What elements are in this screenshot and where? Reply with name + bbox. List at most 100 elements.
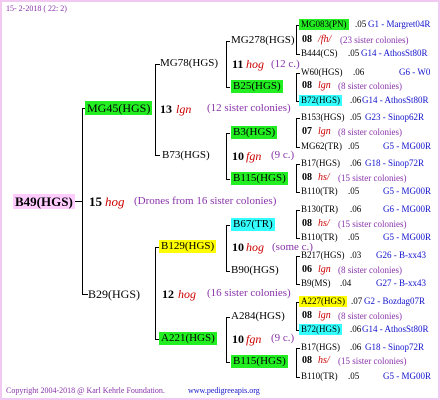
g4-line-11: G26 - B-xx43 [376,250,426,260]
g3-a2-year: 08 [302,80,312,91]
g3-c2-code: lgn [318,264,331,275]
g3-a1-year: 08 [302,34,312,45]
g4-node-13[interactable]: A227(HGS) [299,296,347,307]
g4-line-16: G5 - MG00R [383,371,432,381]
g4-year-14: .06 [350,324,362,334]
g4-node-8[interactable]: B110(TR) [301,187,338,196]
g3-d2-node[interactable]: B115(HGS) [231,355,288,368]
g3-b1-code: lgn [318,126,331,137]
g2-d-year: 10 [232,332,244,346]
g4-line-13: G2 - Bozdag07R [364,296,425,306]
g1-top-year: 13 [160,102,172,116]
g3-a1-node[interactable]: MG278(HGS) [231,35,295,46]
g3-b1-note: (8 sister colonies) [338,127,402,137]
g2-d-node[interactable]: A221(HGS) [159,332,217,345]
g4-node-3[interactable]: W60(HGS) [301,68,343,77]
g3-c2-year: 06 [302,264,312,275]
g3-d2-note: (15 sister colonies) [338,356,407,366]
g4-node-6[interactable]: MG62(TR) [301,142,342,151]
g4-node-11[interactable]: B217(HGS) [301,251,345,260]
g3-d1-code: lgn [318,310,331,321]
g2-c-code: hog [246,240,264,254]
g4-line-6: G5 - MG00R [383,141,432,151]
g4-line-8: G5 - MG00R [383,186,432,196]
g4-year-9: .06 [350,204,362,214]
g2-a-node[interactable]: MG78(HGS) [160,58,218,69]
g1-top-code: lgn [176,102,192,116]
g3-d1-note: (8 sister colonies) [338,311,402,321]
g1-top-note: (12 sister colonies) [207,102,291,114]
g4-node-14[interactable]: B72(HGS) [299,324,343,335]
g1-bottom-note: (16 sister colonies) [207,287,291,299]
g4-year-3: .06 [353,67,365,77]
g4-node-2[interactable]: B444(CS) [301,49,338,58]
g2-b-code: fgn [246,149,262,163]
g2-a-code: hog [246,57,264,71]
g4-year-5: .05 [350,112,362,122]
g3-d2-code: hs/ [318,355,330,366]
g3-b2-node[interactable]: B115(HGS) [231,172,288,185]
g1-bottom-node[interactable]: B29(HGS) [88,288,140,300]
g3-d2-year: 08 [302,355,312,366]
g4-year-8: .05 [348,186,360,196]
g2-d-note: (9 c.) [271,332,295,344]
g4-year-13: .07 [351,296,363,306]
website-link[interactable]: www.pedigreeapis.org [188,387,260,395]
g4-line-10: G5 - MG00R [383,232,432,242]
g4-line-9: G6 - MG00R [383,204,432,214]
g4-year-15: .06 [350,342,362,352]
g3-a1-note: (23 sister colonies) [340,35,409,45]
g3-a2-node[interactable]: B25(HGS) [231,80,283,93]
g4-node-4[interactable]: B72(HGS) [299,95,343,106]
g4-node-16[interactable]: B110(TR) [301,372,338,381]
g3-b1-node[interactable]: B3(HGS) [231,126,278,139]
g4-node-1[interactable]: MG083(PN) [299,19,349,30]
g3-a2-code: lgn [318,80,331,91]
g4-node-7[interactable]: B17(HGS) [301,159,340,168]
g4-line-15: G18 - Sinop72R [365,342,425,352]
root-code: hog [105,194,125,209]
g1-bottom-code: hog [178,287,196,301]
g3-d1-year: 08 [302,310,312,321]
g3-c2-node[interactable]: B90(HGS) [231,265,279,276]
g4-line-2: G14 - AthosSt80R [361,48,428,58]
root-year: 15 [89,194,102,209]
g4-line-4: G14 - AthosSt80R [362,95,429,105]
g3-a2-note: (8 sister colonies) [338,81,402,91]
g4-year-2: .05 [348,48,360,58]
g4-node-12[interactable]: B9(MS) [301,279,331,288]
pedigree-chart: { "header": {"date": "15- 2-2018 ( 22: 2… [0,0,440,400]
g4-line-3: G6 - W0 [399,67,431,77]
g4-node-9[interactable]: B130(TR) [301,205,338,214]
g4-year-16: .05 [348,371,360,381]
g2-d-code: fgn [246,332,262,346]
g4-year-11: .03 [350,250,362,260]
g3-b2-year: 08 [302,172,312,183]
g3-b2-code: hs/ [318,172,330,183]
g4-node-5[interactable]: B153(HGS) [301,113,345,122]
g2-a-year: 11 [232,57,244,71]
g4-year-1: .05 [355,19,367,29]
g3-b1-year: 07 [302,126,312,137]
g4-year-12: .04 [340,278,352,288]
root-queen[interactable]: B49(HGS) [13,194,75,209]
g2-a-note: (12 c.) [271,58,300,70]
g3-c1-code: hs/ [318,218,330,229]
g4-node-15[interactable]: B17(HGS) [301,343,340,352]
g2-c-year: 10 [232,240,244,254]
g4-line-5: G23 - Sinop62R [365,112,425,122]
g2-b-node[interactable]: B73(HGS) [162,150,210,161]
g2-c-node[interactable]: B129(HGS) [159,240,217,253]
g4-year-4: .06 [350,95,362,105]
g4-year-7: .06 [350,158,362,168]
g4-line-7: G18 - Sinop72R [365,158,425,168]
g4-node-10[interactable]: B110(TR) [301,233,338,242]
g4-year-10: .05 [348,232,360,242]
g2-b-year: 10 [232,149,244,163]
g3-d1-node[interactable]: A284(HGS) [231,311,285,322]
g1-top-node[interactable]: MG45(HGS) [85,101,153,115]
g3-c1-note: (15 sister colonies) [338,219,407,229]
g3-c1-node[interactable]: B67(TR) [231,218,275,231]
g4-line-14: G14 - AthosSt80R [362,324,429,334]
g4-line-1: G1 - Margret04R [368,19,431,29]
